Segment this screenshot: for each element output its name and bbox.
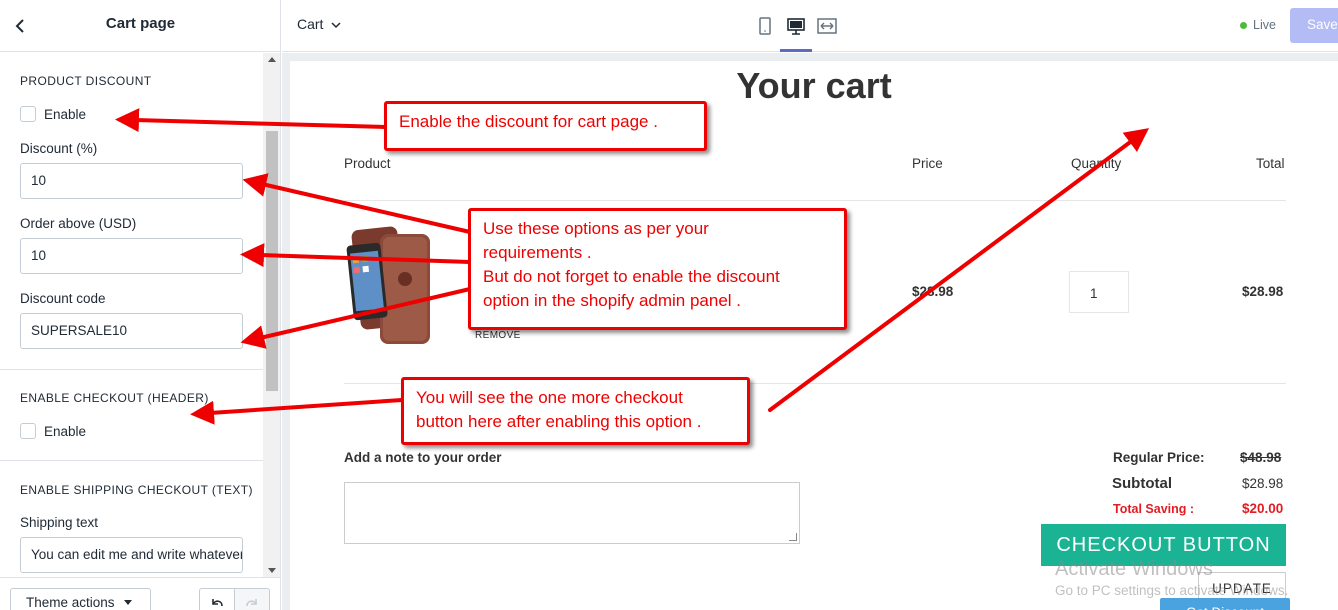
product-discount-heading: PRODUCT DISCOUNT bbox=[20, 74, 152, 88]
get-discount-button[interactable]: Get Discount bbox=[1160, 598, 1290, 610]
callout-options-line: But do not forget to enable the discount bbox=[483, 267, 780, 286]
live-status-label: Live bbox=[1253, 18, 1276, 32]
total-saving-value: $20.00 bbox=[1242, 501, 1284, 516]
theme-editor-sidebar: Cart page PRODUCT DISCOUNT Enable Discou… bbox=[0, 0, 281, 610]
mobile-icon bbox=[759, 17, 771, 35]
save-button[interactable]: Save bbox=[1290, 8, 1338, 43]
undo-icon bbox=[212, 599, 223, 607]
section-divider bbox=[0, 369, 263, 370]
remove-item-link[interactable]: REMOVE bbox=[475, 330, 521, 341]
discount-percent-label: Discount (%) bbox=[20, 141, 98, 156]
item-price: $28.98 bbox=[912, 284, 954, 299]
discount-code-input[interactable]: SUPERSALE10 bbox=[20, 313, 243, 349]
order-note-textarea[interactable] bbox=[344, 482, 800, 544]
shipping-text-label: Shipping text bbox=[20, 515, 99, 530]
redo-icon bbox=[246, 599, 257, 607]
sidebar-title: Cart page bbox=[105, 15, 176, 32]
total-saving-label: Total Saving : bbox=[1113, 502, 1195, 516]
theme-actions-label: Theme actions bbox=[26, 595, 115, 610]
regular-price-label: Regular Price: bbox=[1113, 450, 1205, 465]
regular-price-value: $48.98 bbox=[1240, 450, 1282, 465]
callout-checkout-line: button here after enabling this option . bbox=[416, 412, 702, 431]
discount-percent-input[interactable]: 10 bbox=[20, 163, 243, 199]
product-discount-enable-toggle[interactable]: Enable bbox=[20, 105, 86, 123]
shipping-checkout-heading: ENABLE SHIPPING CHECKOUT (TEXT) bbox=[20, 483, 253, 497]
column-header-quantity: Quantity bbox=[1071, 156, 1122, 171]
callout-options-line: Use these options as per your bbox=[483, 219, 709, 238]
resize-grip-icon[interactable] bbox=[789, 533, 797, 541]
product-discount-enable-label: Enable bbox=[44, 106, 87, 122]
shipping-text-input[interactable]: You can edit me and write whatever bbox=[20, 537, 243, 573]
live-dot-icon bbox=[1240, 21, 1247, 29]
sidebar-settings-panel: PRODUCT DISCOUNT Enable Discount (%) 10 … bbox=[0, 53, 263, 577]
callout-header-checkout: You will see the one more checkout butto… bbox=[401, 377, 750, 445]
desktop-view-button[interactable] bbox=[785, 15, 807, 37]
column-header-total: Total bbox=[1256, 156, 1285, 171]
editor-topbar: Cart Live Save bbox=[282, 0, 1338, 52]
callout-enable-discount: Enable the discount for cart page . bbox=[384, 101, 707, 151]
subtotal-label: Subtotal bbox=[1112, 475, 1172, 492]
active-device-indicator bbox=[780, 49, 812, 52]
table-divider bbox=[344, 200, 1286, 201]
scrollbar-thumb[interactable] bbox=[266, 131, 278, 391]
chevron-down-icon bbox=[331, 22, 341, 28]
order-note-label: Add a note to your order bbox=[344, 450, 502, 465]
enable-checkout-checkbox[interactable] bbox=[20, 423, 36, 439]
scroll-down-arrow-icon[interactable] bbox=[268, 568, 276, 573]
callout-enable-discount-text: Enable the discount for cart page . bbox=[399, 112, 658, 131]
discount-code-label: Discount code bbox=[20, 291, 106, 306]
column-header-price: Price bbox=[912, 156, 943, 171]
sidebar-header: Cart page bbox=[0, 0, 280, 52]
page-selector-label: Cart bbox=[297, 16, 324, 32]
theme-actions-button[interactable]: Theme actions bbox=[10, 588, 151, 610]
full-width-icon bbox=[817, 18, 837, 34]
mobile-view-button[interactable] bbox=[754, 15, 776, 37]
quantity-input[interactable]: 1 bbox=[1069, 271, 1129, 313]
full-width-view-button[interactable] bbox=[816, 15, 838, 37]
product-image-phone-case[interactable] bbox=[346, 224, 436, 354]
item-line-total: $28.98 bbox=[1242, 284, 1284, 299]
callout-checkout-line: You will see the one more checkout bbox=[416, 388, 683, 407]
product-discount-enable-checkbox[interactable] bbox=[20, 106, 36, 122]
undo-button[interactable] bbox=[199, 588, 235, 610]
callout-options-line: requirements . bbox=[483, 243, 592, 262]
live-status: Live bbox=[1240, 18, 1276, 32]
sidebar-footer: Theme actions bbox=[0, 577, 280, 610]
enable-checkout-toggle[interactable]: Enable bbox=[20, 422, 86, 440]
enable-checkout-label: Enable bbox=[44, 423, 87, 439]
section-divider bbox=[0, 460, 263, 461]
scroll-up-arrow-icon[interactable] bbox=[268, 57, 276, 62]
desktop-icon bbox=[787, 18, 805, 35]
page-selector[interactable]: Cart bbox=[297, 16, 341, 32]
caret-down-icon bbox=[124, 600, 133, 606]
callout-options-line: option in the shopify admin panel . bbox=[483, 291, 742, 310]
checkout-button[interactable]: CHECKOUT BUTTON bbox=[1041, 524, 1286, 566]
redo-button[interactable] bbox=[234, 588, 270, 610]
subtotal-value: $28.98 bbox=[1242, 476, 1284, 491]
phone-case-image bbox=[346, 226, 430, 344]
enable-checkout-heading: ENABLE CHECKOUT (HEADER) bbox=[20, 391, 209, 405]
column-header-product: Product bbox=[344, 156, 391, 171]
order-above-input[interactable]: 10 bbox=[20, 238, 243, 274]
order-above-label: Order above (USD) bbox=[20, 216, 137, 231]
callout-discount-options: Use these options as per your requiremen… bbox=[468, 208, 847, 330]
sidebar-scrollbar[interactable] bbox=[263, 53, 280, 577]
